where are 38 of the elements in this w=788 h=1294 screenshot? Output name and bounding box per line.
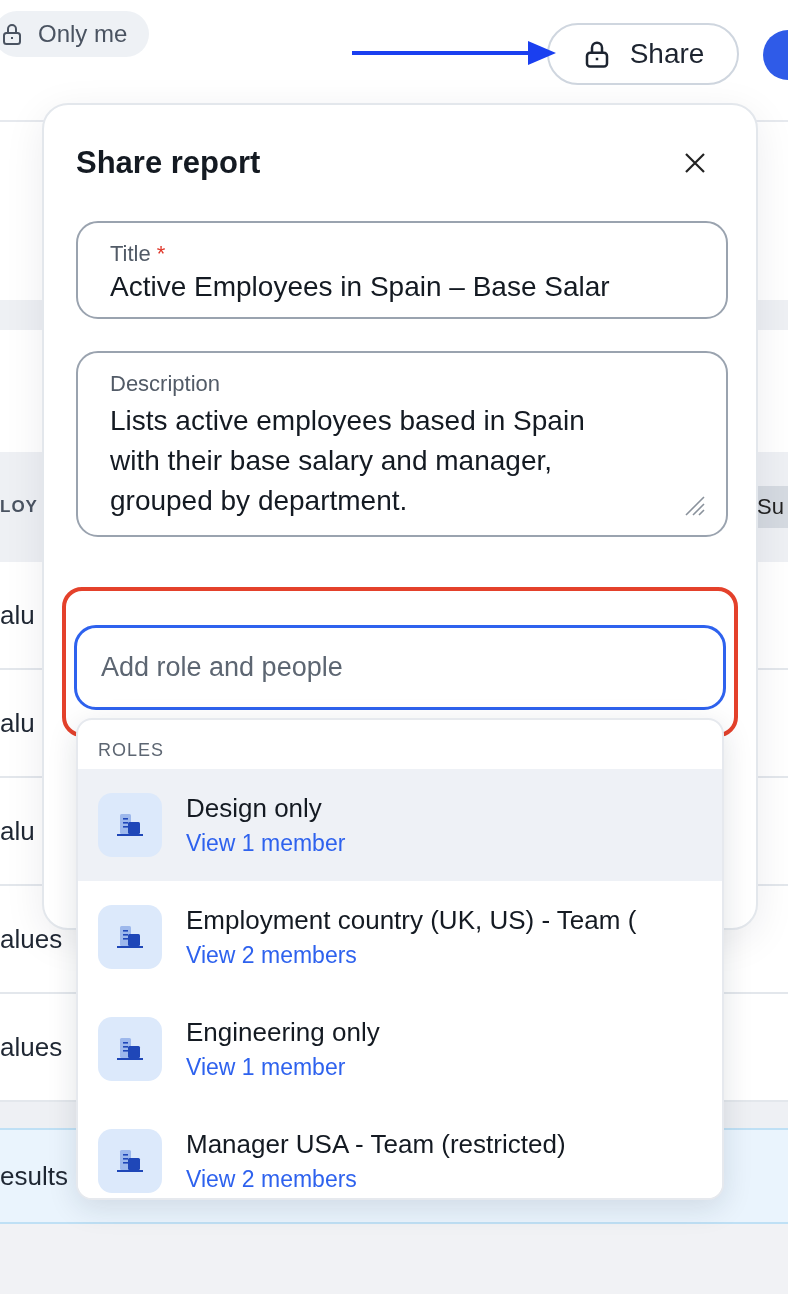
member-link[interactable]: View 1 member: [186, 830, 346, 857]
building-icon: [116, 1148, 144, 1174]
table-cell: alues: [0, 1031, 63, 1063]
role-name: Manager USA - Team (restricted): [186, 1129, 566, 1160]
lock-icon: [0, 22, 24, 46]
title-input[interactable]: Active Employees in Spain – Base Salar: [110, 271, 694, 303]
table-cell: alu: [0, 707, 35, 739]
required-mark: *: [156, 241, 166, 266]
section-label: ROLES: [97, 739, 166, 762]
column-header: LOY: [0, 497, 38, 517]
resize-handle-icon[interactable]: [684, 495, 706, 517]
role-name: Employment country (UK, US) - Team (: [186, 905, 637, 936]
building-icon: [116, 812, 144, 838]
close-icon: [684, 152, 706, 174]
role-name: Engineering only: [186, 1017, 380, 1048]
role-option[interactable]: Employment country (UK, US) - Team ( View 2 members: [78, 881, 722, 993]
description-input[interactable]: Lists active employees based in Spain with their base salary and manager, grouped by department.: [110, 401, 615, 521]
people-input[interactable]: Add role and people: [74, 625, 726, 710]
role-option[interactable]: Engineering only View 1 member: [78, 993, 722, 1105]
role-option[interactable]: Manager USA - Team (restricted) View 2 members: [78, 1105, 722, 1198]
field-label: Description: [110, 371, 222, 397]
member-link[interactable]: View 1 member: [186, 1054, 346, 1081]
building-icon: [116, 924, 144, 950]
results-text: esults: [0, 1160, 68, 1192]
role-option[interactable]: Design only View 1 member: [78, 769, 722, 881]
member-link[interactable]: View 2 members: [186, 942, 357, 969]
description-field[interactable]: Description Lists active employees based in Spain with their base salary and manager, grouped by department.: [76, 351, 728, 537]
role-name: Design only: [186, 793, 323, 824]
title-field[interactable]: Title * Active Employees in Spain – Base Salar: [76, 221, 728, 319]
table-cell: alu: [0, 815, 35, 847]
building-icon: [116, 1036, 144, 1062]
field-label: Title *: [110, 241, 167, 267]
table-cell: alues: [0, 923, 63, 955]
visibility-chip[interactable]: Only me: [0, 11, 150, 57]
table-cell: alu: [0, 599, 35, 631]
member-link[interactable]: View 2 members: [186, 1166, 357, 1193]
dialog-title: Share report: [76, 145, 261, 181]
share-button[interactable]: Share: [547, 23, 739, 85]
